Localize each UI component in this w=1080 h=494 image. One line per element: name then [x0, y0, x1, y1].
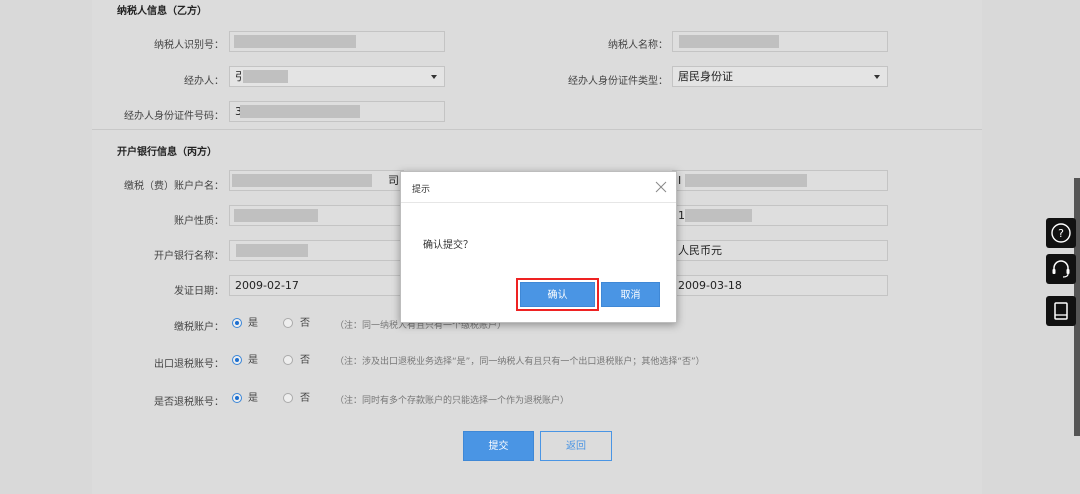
handler-id-type-label: 经办人身份证件类型： [568, 76, 668, 87]
refund-account-yes-radio[interactable] [232, 393, 242, 403]
refund-account-no-radio[interactable] [283, 393, 293, 403]
right-field-2-value: 1 [678, 209, 685, 222]
export-refund-note: （注：涉及出口退税业务选择“是”，同一纳税人有且只有一个出口退税账户；其他选择“… [335, 357, 705, 367]
account-type-field[interactable] [229, 205, 404, 226]
chevron-down-icon [431, 75, 437, 79]
export-refund-no-radio[interactable] [283, 355, 293, 365]
export-refund-label: 出口退税账号： [154, 359, 224, 370]
issue-date-value: 2009-02-17 [235, 279, 299, 292]
svg-text:?: ? [1058, 227, 1064, 240]
tax-account-no-label: 否 [300, 318, 310, 329]
account-name-field[interactable]: 司 [229, 170, 404, 191]
refund-account-note: （注：同时有多个存款账户的只能选择一个作为退税账户） [335, 396, 570, 406]
tax-account-no-radio[interactable] [283, 318, 293, 328]
headset-icon [1052, 260, 1070, 278]
handler-id-type-select[interactable]: 居民身份证 [672, 66, 888, 87]
taxpayer-name-label: 纳税人名称： [608, 40, 668, 51]
section-title-bank: 开户银行信息（丙方） [117, 147, 217, 158]
bank-name-field[interactable]: 中 [229, 240, 404, 261]
page: 纳税人信息（乙方） 纳税人识别号： 纳税人名称： 经办人： 引 经办人身份证件类… [0, 0, 1080, 494]
account-name-label: 缴税（费）账户户名： [124, 181, 224, 192]
right-field-1-value: I [678, 174, 682, 187]
refund-account-yes-label: 是 [248, 393, 258, 404]
refund-account-label: 是否退税账号： [154, 397, 224, 408]
redacted-mask [240, 105, 360, 118]
highlight-box [516, 278, 599, 311]
dialog-message: 确认提交？ [423, 240, 473, 251]
handler-id-no-label: 经办人身份证件号码： [124, 111, 224, 122]
confirm-dialog: 提示 确认提交？ 确认 取消 [400, 171, 677, 323]
question-icon: ? [1051, 223, 1071, 243]
cancel-button[interactable]: 取消 [601, 282, 660, 307]
export-refund-no-label: 否 [300, 355, 310, 366]
dialog-title: 提示 [412, 185, 431, 195]
right-field-1[interactable]: I [672, 170, 888, 191]
chevron-down-icon [874, 75, 880, 79]
handler-label: 经办人： [184, 76, 224, 87]
redacted-mask [234, 209, 318, 222]
redacted-mask [685, 209, 752, 222]
tax-account-yes-radio[interactable] [232, 318, 242, 328]
handler-id-no-field[interactable]: 3 [229, 101, 445, 122]
redacted-mask [685, 174, 807, 187]
manual-button[interactable] [1046, 296, 1076, 326]
section-title-taxpayer: 纳税人信息（乙方） [117, 6, 207, 17]
account-name-tail: 司 [388, 174, 399, 187]
dialog-header: 提示 [401, 172, 676, 203]
customer-service-button[interactable] [1046, 254, 1076, 284]
currency-field[interactable]: 人民币元 [672, 240, 888, 261]
issue-date-label: 发证日期： [174, 286, 224, 297]
right-date-field[interactable]: 2009-03-18 [672, 275, 888, 296]
taxpayer-id-field[interactable] [229, 31, 445, 52]
refund-account-no-label: 否 [300, 393, 310, 404]
right-date-value: 2009-03-18 [678, 279, 742, 292]
book-icon [1054, 302, 1068, 320]
taxpayer-name-field[interactable] [672, 31, 888, 52]
export-refund-yes-label: 是 [248, 355, 258, 366]
issue-date-field[interactable]: 2009-02-17 [229, 275, 404, 296]
handler-id-type-value: 居民身份证 [678, 70, 733, 83]
handler-select[interactable]: 引 [229, 66, 445, 87]
right-field-2[interactable]: 1 [672, 205, 888, 226]
account-type-label: 账户性质： [174, 216, 224, 227]
tax-account-yes-label: 是 [248, 318, 258, 329]
bank-name-label: 开户银行名称： [154, 251, 224, 262]
help-button[interactable]: ? [1046, 218, 1076, 248]
taxpayer-id-label: 纳税人识别号： [154, 40, 224, 51]
export-refund-yes-radio[interactable] [232, 355, 242, 365]
section-divider [92, 129, 982, 130]
redacted-mask [234, 35, 356, 48]
redacted-mask [679, 35, 779, 48]
currency-value: 人民币元 [678, 244, 722, 257]
back-button[interactable]: 返回 [540, 431, 612, 461]
submit-button[interactable]: 提交 [463, 431, 534, 461]
close-icon[interactable] [654, 180, 668, 194]
tax-account-label: 缴税账户： [174, 322, 224, 333]
redacted-mask [232, 174, 372, 187]
redacted-mask [243, 70, 288, 83]
redacted-mask [236, 244, 308, 257]
